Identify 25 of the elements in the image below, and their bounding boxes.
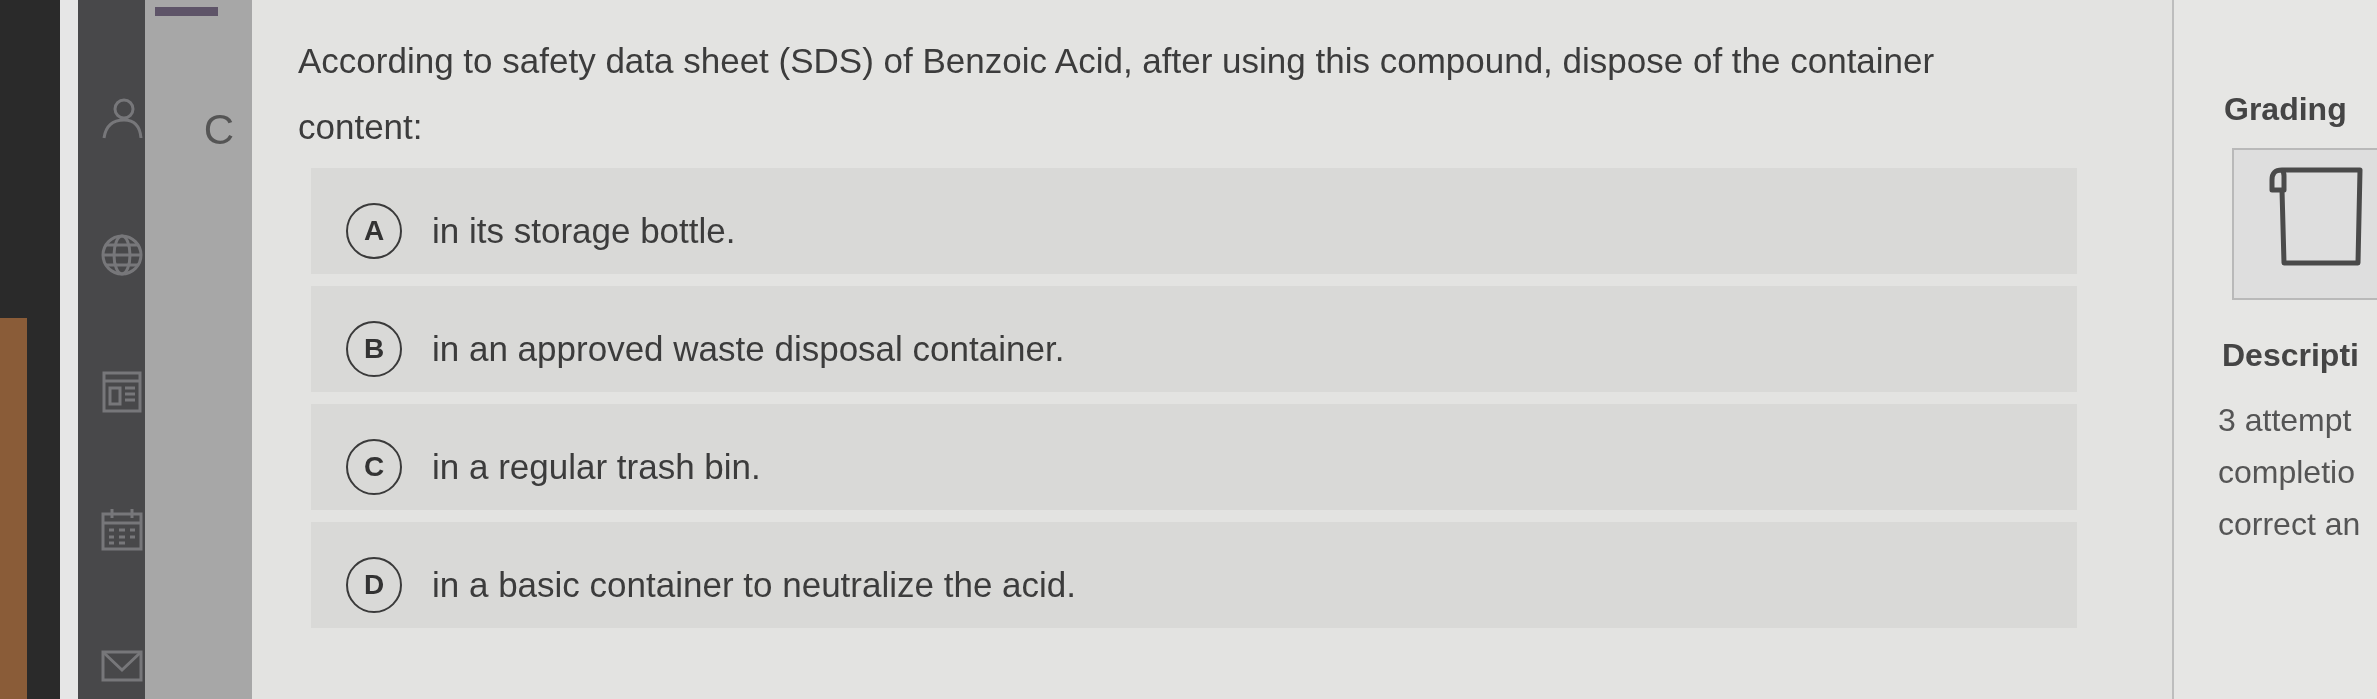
calendar-icon[interactable] (100, 507, 144, 551)
question-text: According to safety data sheet (SDS) of Benzoic Acid, after using this compound, dispose of the container content: (298, 40, 1936, 148)
description-text: completio (2218, 453, 2356, 492)
option-text: in an approved waste disposal container. (432, 328, 1065, 370)
description-text: correct an (2218, 505, 2362, 544)
person-icon[interactable] (100, 96, 144, 140)
answer-option[interactable]: A in its storage bottle. (311, 168, 2077, 274)
document-icon (2268, 166, 2364, 266)
option-text: in a basic container to neutralize the acid. (432, 564, 1076, 606)
answer-option[interactable]: B in an approved waste disposal container. (311, 286, 2077, 392)
globe-icon[interactable] (100, 233, 144, 277)
option-letter: A (346, 203, 402, 259)
description-heading: Descripti (2222, 336, 2360, 375)
answer-option[interactable]: D in a basic container to neutralize the acid. (311, 522, 2077, 628)
option-text: in its storage bottle. (432, 210, 736, 252)
description-text: 3 attempt (2218, 401, 2353, 440)
answer-option[interactable]: C in a regular trash bin. (311, 404, 2077, 510)
grading-heading: Grading (2224, 90, 2348, 129)
option-letter: B (346, 321, 402, 377)
newspaper-icon[interactable] (100, 370, 144, 414)
option-letter: D (346, 557, 402, 613)
tab-indicator (155, 7, 218, 16)
option-letter: C (346, 439, 402, 495)
panel-heading-text: C (203, 108, 234, 152)
option-text: in a regular trash bin. (432, 446, 761, 488)
